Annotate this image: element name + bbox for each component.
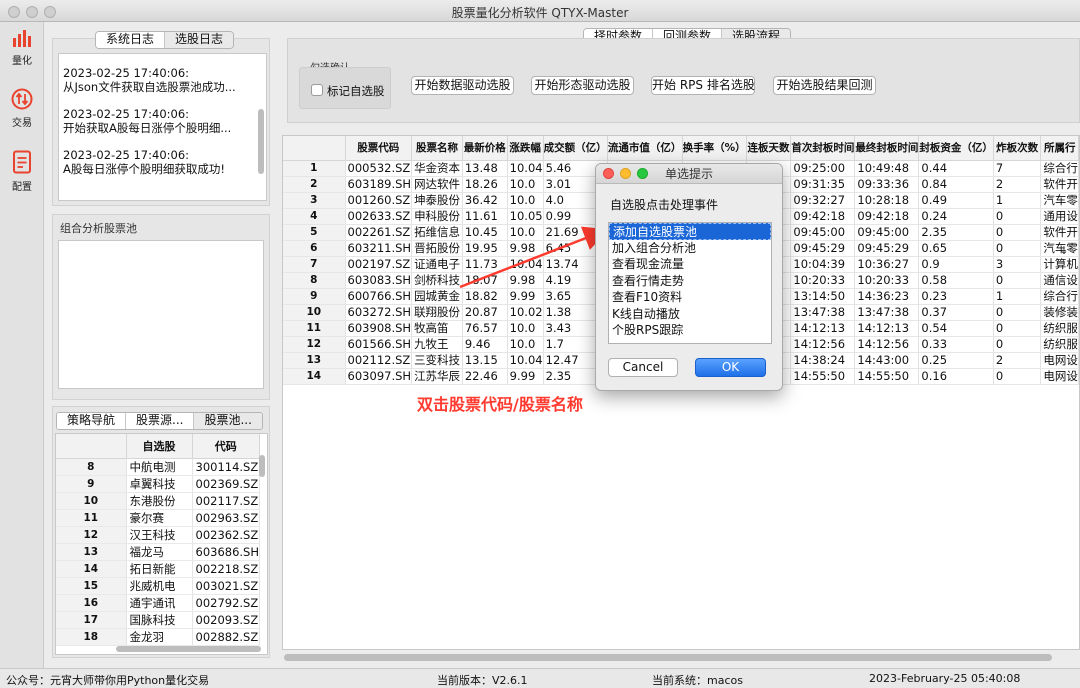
status-left: 公众号：元宵大师带你用Python量化交易 (6, 674, 210, 687)
dialog-option[interactable]: 查看现金流量 (609, 256, 771, 273)
dialog-option[interactable]: K线自动播放 (609, 306, 771, 323)
dialog-prompt: 自选股点击处理事件 (610, 198, 719, 212)
dialog-zoom-icon[interactable] (637, 168, 648, 179)
ok-button[interactable]: OK (695, 358, 766, 377)
status-system: 当前系统：macos (652, 674, 743, 687)
dialog-option-list: 添加自选股票池 加入组合分析池 查看现金流量 查看行情走势 查看F10资料 K线自动播放个… (608, 222, 772, 344)
annotation-arrow (459, 226, 609, 289)
dialog-option[interactable]: 个股RPS跟踪 (609, 322, 771, 339)
dialog-minimize-icon[interactable] (620, 168, 631, 179)
dialog-title: 单选提示 (664, 167, 713, 181)
status-datetime: 2023-February-25 05:40:08 (869, 672, 1021, 685)
dialog-close-icon[interactable] (603, 168, 614, 179)
status-version: 当前版本：V2.6.1 (437, 674, 528, 687)
dialog-titlebar: 单选提示 (596, 164, 782, 184)
annotation-text: 双击股票代码/股票名称 (417, 395, 583, 414)
arrow-line (459, 226, 609, 289)
dialog-option[interactable]: 加入组合分析池 (609, 240, 771, 257)
single-choice-dialog: 单选提示 自选股点击处理事件 添加自选股票池 加入组合分析池 查看现金流量 查看行情走… (595, 163, 783, 391)
dialog-option[interactable]: 添加自选股票池 (609, 223, 771, 240)
status-bar: 公众号：元宵大师带你用Python量化交易 当前版本：V2.6.1 当前系统：m… (0, 668, 1080, 688)
dialog-option[interactable]: 查看行情走势 (609, 273, 771, 290)
dialog-option[interactable]: 查看F10资料 (609, 289, 771, 306)
cancel-button[interactable]: Cancel (608, 358, 678, 377)
